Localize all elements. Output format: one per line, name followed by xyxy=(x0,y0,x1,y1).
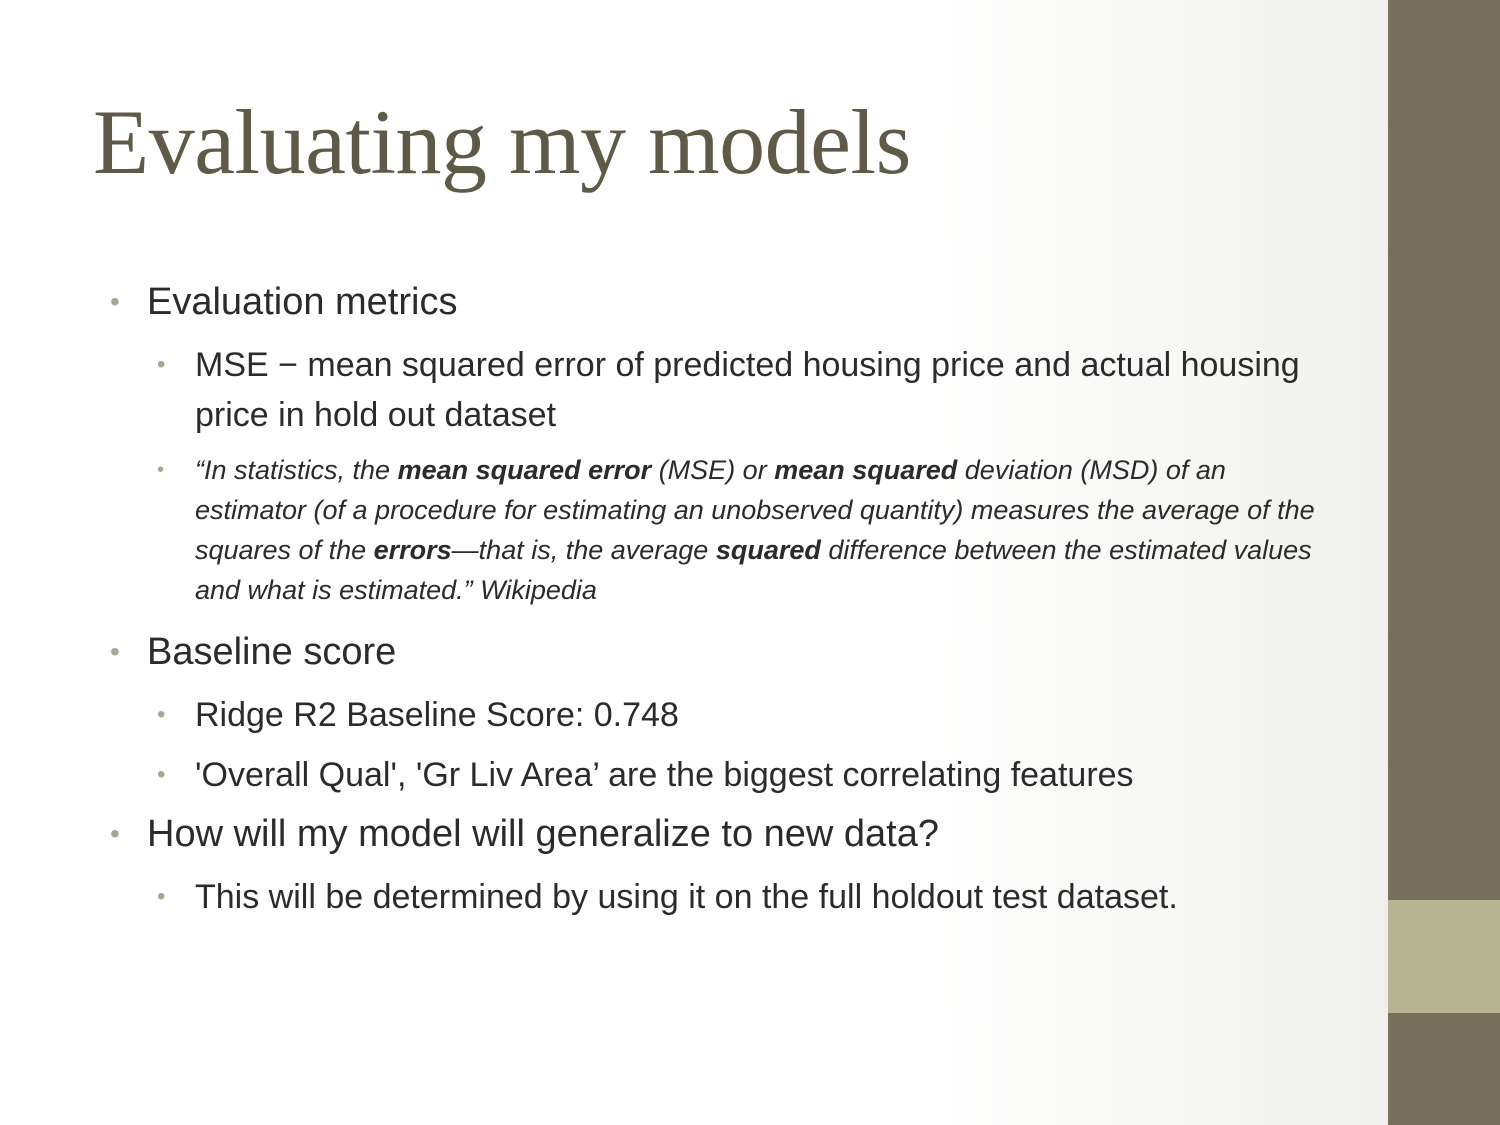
bullet-generalize-question: • How will my model will generalize to n… xyxy=(110,810,1330,858)
bullet-baseline-score: • Baseline score xyxy=(110,628,1330,676)
quote-bold: mean squared xyxy=(774,455,958,485)
bullet-evaluation-metrics: • Evaluation metrics xyxy=(110,278,1330,326)
bullet-holdout-answer: • This will be determined by using it on… xyxy=(110,872,1330,922)
quote-part: —that is, the average xyxy=(451,535,716,565)
bullet-dot-icon: • xyxy=(110,286,120,317)
sidebar-accent-block xyxy=(1388,900,1500,1013)
bullet-dot-icon: • xyxy=(110,636,120,667)
slide-title: Evaluating my models xyxy=(93,91,911,193)
slide-body: • Evaluation metrics • MSE − mean square… xyxy=(110,278,1330,932)
bullet-text: This will be determined by using it on t… xyxy=(195,878,1178,916)
bullet-ridge-score: • Ridge R2 Baseline Score: 0.748 xyxy=(110,690,1330,740)
bullet-dot-icon: • xyxy=(157,761,166,788)
slide: Evaluating my models • Evaluation metric… xyxy=(0,0,1388,1125)
bullet-text: How will my model will generalize to new… xyxy=(147,813,940,855)
bullet-dot-icon: • xyxy=(110,818,120,849)
bullet-text: Evaluation metrics xyxy=(147,281,458,323)
bullet-dot-icon: • xyxy=(157,701,166,728)
decorative-sidebar xyxy=(1388,0,1500,1125)
bullet-mse-definition: • MSE − mean squared error of predicted … xyxy=(110,340,1330,440)
quote-text: “In statistics, the mean squared error (… xyxy=(195,450,1330,610)
bullet-text: Ridge R2 Baseline Score: 0.748 xyxy=(195,696,679,734)
quote-bold: squared xyxy=(715,535,821,565)
quote-bold: errors xyxy=(373,535,452,565)
bullet-correlating-features: • 'Overall Qual', 'Gr Liv Area’ are the … xyxy=(110,750,1330,800)
bullet-text: MSE − mean squared error of predicted ho… xyxy=(195,346,1300,434)
bullet-text: Baseline score xyxy=(147,631,397,673)
quote-bold: mean squared error xyxy=(397,455,652,485)
quote-part: (MSE) or xyxy=(651,455,775,485)
bullet-wikipedia-quote: • “In statistics, the mean squared error… xyxy=(110,450,1330,610)
bullet-dot-icon: • xyxy=(157,883,166,910)
bullet-dot-icon: • xyxy=(157,459,165,481)
bullet-text: 'Overall Qual', 'Gr Liv Area’ are the bi… xyxy=(195,756,1134,794)
quote-part: “In statistics, the xyxy=(195,455,398,485)
bullet-dot-icon: • xyxy=(157,351,166,378)
